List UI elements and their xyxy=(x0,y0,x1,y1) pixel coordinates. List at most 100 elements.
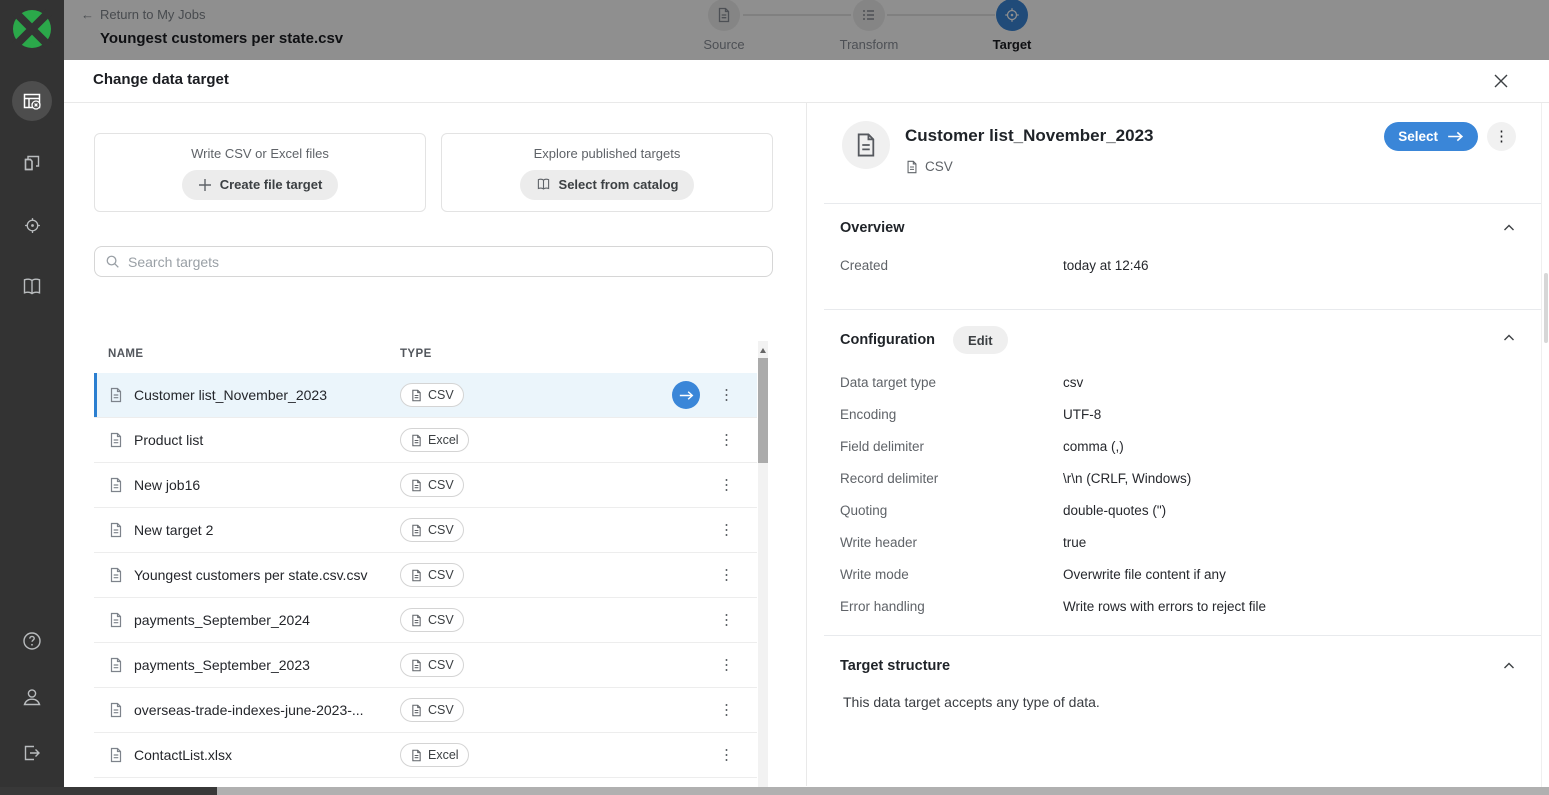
overview-row: Created today at 12:46 xyxy=(840,249,1541,281)
config-row: Write modeOverwrite file content if any xyxy=(840,558,1541,590)
select-button[interactable]: Select xyxy=(1384,122,1478,151)
sidebar-item-files[interactable] xyxy=(12,143,52,183)
table-row[interactable]: New job16 CSV ⋮ xyxy=(94,463,757,508)
account-button[interactable] xyxy=(12,677,52,717)
target-name: Youngest customers per state.csv.csv xyxy=(134,567,400,583)
overview-label: Created xyxy=(840,258,1063,273)
row-menu-icon[interactable]: ⋮ xyxy=(719,658,734,673)
badge-label: Excel xyxy=(428,748,459,762)
file-icon xyxy=(410,524,423,537)
table-row[interactable]: New target 2 CSV ⋮ xyxy=(94,508,757,553)
file-type-badge: CSV xyxy=(400,653,464,677)
sidebar-item-jobs[interactable] xyxy=(12,81,52,121)
create-file-target-card: Write CSV or Excel files Create file tar… xyxy=(94,133,426,212)
select-from-catalog-button[interactable]: Select from catalog xyxy=(520,170,695,200)
modal-titlebar: Change data target xyxy=(64,60,1549,103)
target-title: Customer list_November_2023 xyxy=(905,126,1154,146)
scroll-up-icon[interactable] xyxy=(758,343,768,357)
search-input[interactable] xyxy=(128,254,762,270)
row-menu-icon[interactable]: ⋮ xyxy=(719,523,734,538)
select-button-label: Select xyxy=(1398,129,1438,144)
button-label: Select from catalog xyxy=(559,177,679,192)
sidebar-item-targets[interactable] xyxy=(12,205,52,245)
logout-button[interactable] xyxy=(12,733,52,773)
targets-list-panel: Write CSV or Excel files Create file tar… xyxy=(64,103,807,786)
logout-icon xyxy=(21,742,43,764)
target-name: ContactList.xlsx xyxy=(134,747,400,763)
sidebar-item-catalog[interactable] xyxy=(12,267,52,307)
row-menu-icon[interactable]: ⋮ xyxy=(719,433,734,448)
config-value: UTF-8 xyxy=(1063,407,1101,422)
config-label: Write mode xyxy=(840,567,1063,582)
book-icon xyxy=(21,276,43,298)
section-title: Target structure xyxy=(840,658,950,674)
create-file-target-button[interactable]: Create file target xyxy=(182,170,339,200)
column-header-type: TYPE xyxy=(400,348,432,360)
table-row[interactable]: Youngest customers per state.csv.csv CSV… xyxy=(94,553,757,598)
flatfile-logo-icon[interactable] xyxy=(12,9,52,49)
chevron-up-icon[interactable] xyxy=(1501,220,1517,236)
table-row[interactable]: Customer list_November_2023 CSV ⋮ xyxy=(94,373,757,418)
edit-configuration-button[interactable]: Edit xyxy=(953,326,1008,354)
section-title: Overview xyxy=(840,220,905,236)
scrollbar-thumb[interactable] xyxy=(758,358,768,463)
row-menu-icon[interactable]: ⋮ xyxy=(719,478,734,493)
target-name: Customer list_November_2023 xyxy=(134,387,400,403)
config-label: Quoting xyxy=(840,503,1063,518)
file-icon xyxy=(410,614,423,627)
file-type-badge: CSV xyxy=(400,563,464,587)
list-scrollbar[interactable] xyxy=(758,341,768,795)
file-type-badge: Excel xyxy=(400,428,469,452)
select-target-arrow-button[interactable] xyxy=(672,381,700,409)
target-name: New target 2 xyxy=(134,522,400,538)
table-row[interactable]: payments_September_2023 CSV ⋮ xyxy=(94,643,757,688)
file-icon xyxy=(410,659,423,672)
table-row[interactable]: ContactList.xlsx Excel ⋮ xyxy=(94,733,757,778)
config-label: Record delimiter xyxy=(840,471,1063,486)
file-type-badge: CSV xyxy=(400,698,464,722)
file-icon xyxy=(108,747,124,763)
table-row[interactable]: payments_September_2024 CSV ⋮ xyxy=(94,598,757,643)
config-label: Error handling xyxy=(840,599,1063,614)
file-icon xyxy=(905,160,919,174)
help-icon xyxy=(21,630,43,652)
file-type-label: CSV xyxy=(925,159,953,174)
help-button[interactable] xyxy=(12,621,52,661)
chevron-up-icon[interactable] xyxy=(1501,330,1517,346)
file-type-badge: CSV xyxy=(400,608,464,632)
modal-body: Write CSV or Excel files Create file tar… xyxy=(64,103,1549,786)
config-label: Write header xyxy=(840,535,1063,550)
file-icon xyxy=(108,657,124,673)
details-menu-icon[interactable]: ⋮ xyxy=(1487,122,1516,151)
badge-label: Excel xyxy=(428,433,459,447)
table-row[interactable]: overseas-trade-indexes-june-2023-... CSV… xyxy=(94,688,757,733)
row-menu-icon[interactable]: ⋮ xyxy=(719,613,734,628)
file-icon xyxy=(410,569,423,582)
row-menu-icon[interactable]: ⋮ xyxy=(719,748,734,763)
scrollbar-thumb[interactable] xyxy=(1544,273,1548,343)
target-structure-description: This data target accepts any type of dat… xyxy=(843,694,1541,710)
file-icon xyxy=(410,749,423,762)
file-type-badge: CSV xyxy=(400,473,464,497)
select-from-catalog-card: Explore published targets Select from ca… xyxy=(441,133,773,212)
target-name: payments_September_2023 xyxy=(134,657,400,673)
row-menu-icon[interactable]: ⋮ xyxy=(719,703,734,718)
modal-title: Change data target xyxy=(93,71,229,88)
horizontal-scrollbar[interactable] xyxy=(0,787,1549,795)
close-icon[interactable] xyxy=(1491,70,1513,92)
table-row[interactable]: Product list Excel ⋮ xyxy=(94,418,757,463)
details-scrollbar[interactable] xyxy=(1541,103,1549,787)
row-menu-icon[interactable]: ⋮ xyxy=(719,388,734,403)
target-structure-section: Target structure This data target accept… xyxy=(824,635,1541,710)
chevron-up-icon[interactable] xyxy=(1501,658,1517,674)
config-row: EncodingUTF-8 xyxy=(840,398,1541,430)
overview-section: Overview Created today at 12:46 xyxy=(824,203,1541,309)
jobs-table-icon xyxy=(22,91,42,111)
configuration-section: Configuration Edit Data target typecsv E… xyxy=(824,309,1541,635)
config-row: Write headertrue xyxy=(840,526,1541,558)
sidebar-bottom-nav xyxy=(0,621,64,773)
scrollbar-thumb[interactable] xyxy=(0,787,217,795)
row-menu-icon[interactable]: ⋮ xyxy=(719,568,734,583)
overview-value: today at 12:46 xyxy=(1063,258,1149,273)
file-icon xyxy=(108,612,124,628)
